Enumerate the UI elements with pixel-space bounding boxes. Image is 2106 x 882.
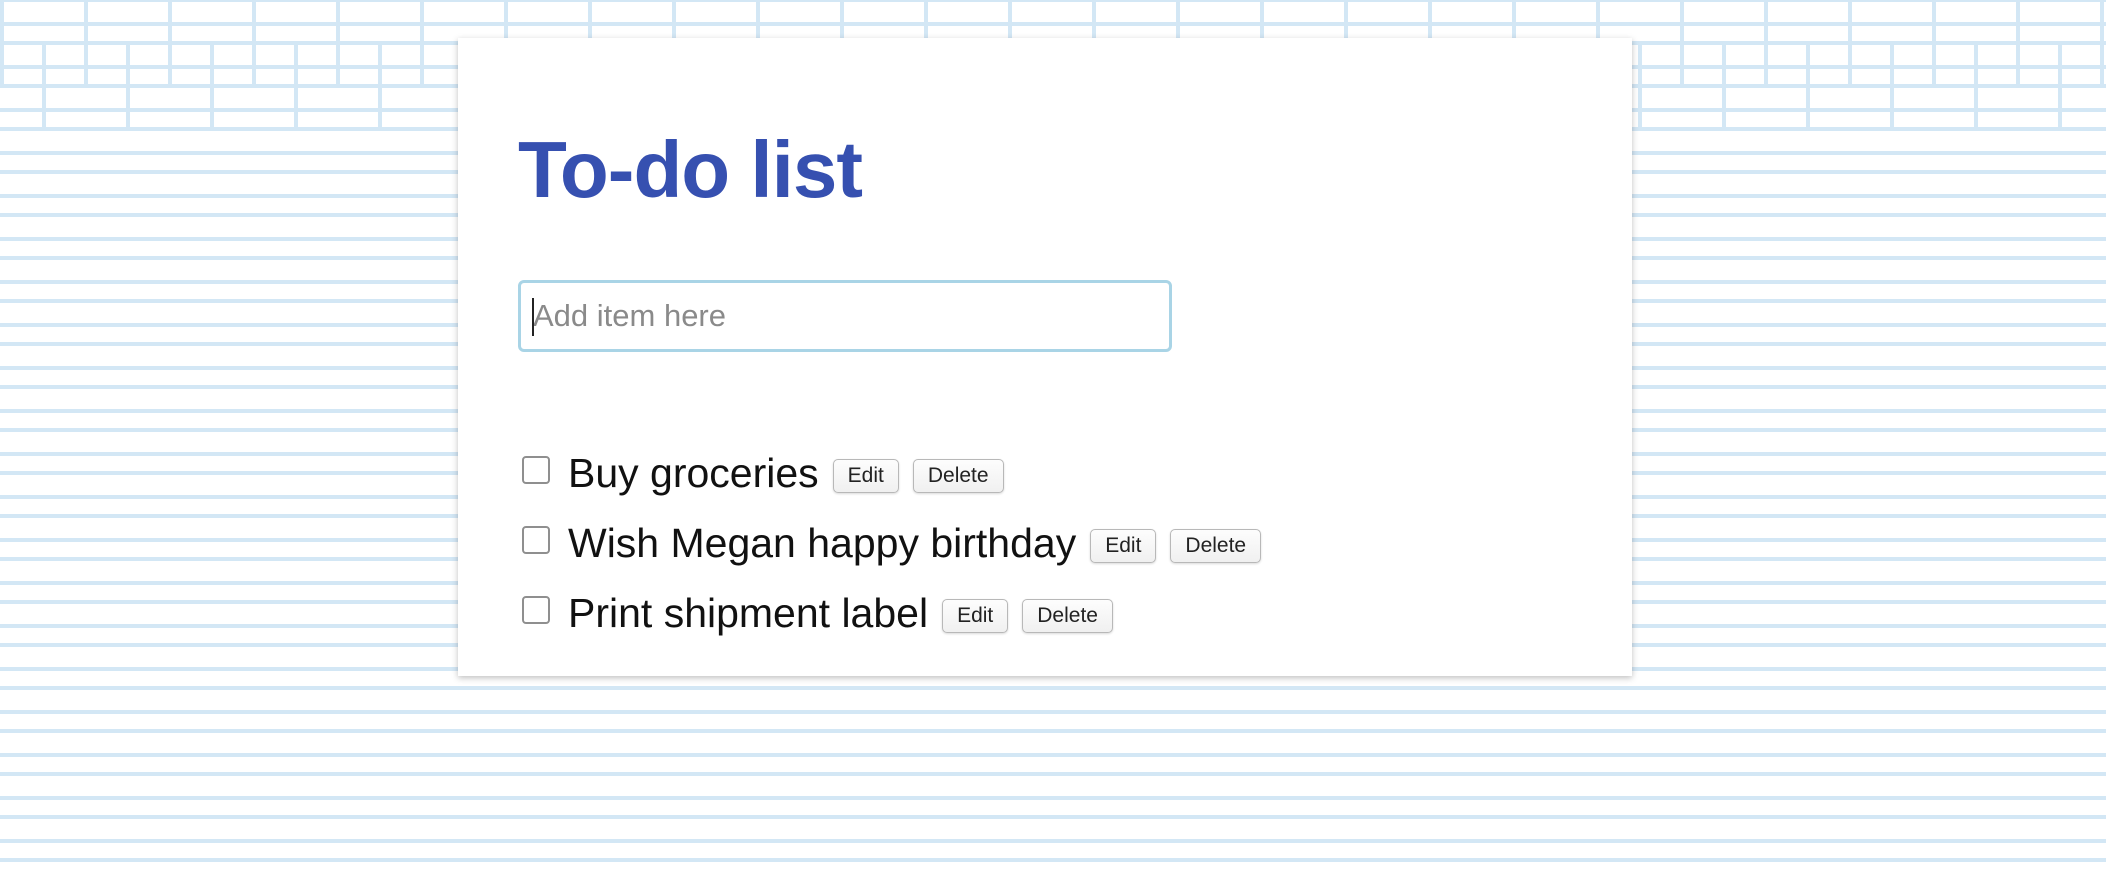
todo-item: Wish Megan happy birthday Edit Delete [522, 508, 1275, 578]
todo-checkbox[interactable] [522, 596, 550, 624]
todo-item-text: Buy groceries [568, 449, 819, 496]
edit-button[interactable]: Edit [942, 599, 1009, 633]
todo-list: Buy groceries Edit Delete Wish Megan hap… [522, 438, 1275, 648]
add-item-input[interactable] [518, 280, 1172, 352]
todo-checkbox[interactable] [522, 526, 550, 554]
delete-button[interactable]: Delete [1170, 529, 1262, 563]
todo-card: To-do list Buy groceries Edit Delete Wis… [458, 38, 1632, 676]
page-title: To-do list [518, 125, 863, 214]
delete-button[interactable]: Delete [1022, 599, 1113, 633]
edit-button[interactable]: Edit [832, 459, 899, 493]
todo-item-text: Print shipment label [568, 589, 929, 636]
edit-button[interactable]: Edit [1090, 529, 1157, 563]
todo-checkbox[interactable] [522, 456, 550, 484]
todo-item: Print shipment label Edit Delete [522, 578, 1275, 648]
todo-item-text: Wish Megan happy birthday [568, 519, 1077, 566]
text-caret [532, 298, 534, 336]
delete-button[interactable]: Delete [912, 459, 1004, 493]
todo-item: Buy groceries Edit Delete [522, 438, 1275, 508]
